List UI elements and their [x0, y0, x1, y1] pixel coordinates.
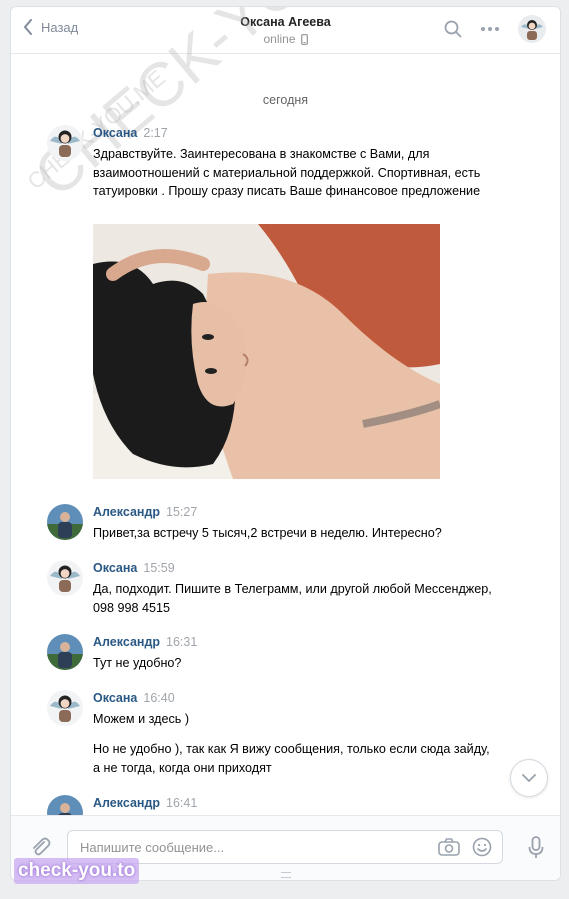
author-name[interactable]: Александр — [93, 796, 160, 810]
message-text: Здравствуйте. Заинтересована в знакомств… — [93, 147, 481, 198]
voice-message-button[interactable] — [528, 836, 544, 863]
chat-panel: Назад Оксана Агеева online CHECK-YOU.ME … — [10, 6, 561, 881]
author-name[interactable]: Александр — [93, 635, 160, 649]
message-time[interactable]: 16:40 — [143, 691, 174, 705]
message-time[interactable]: 16:31 — [166, 635, 197, 649]
author-name[interactable]: Оксана — [93, 691, 137, 705]
message-time[interactable]: 15:59 — [143, 561, 174, 575]
chevron-down-icon — [522, 774, 536, 782]
online-status: online — [263, 32, 308, 46]
message-text: Можем и здесь ) — [93, 712, 190, 726]
avatar[interactable] — [47, 504, 83, 540]
microphone-icon — [528, 836, 544, 858]
message-text: Но не удобно ), так как Я вижу сообщения… — [93, 742, 490, 775]
avatar[interactable] — [47, 690, 83, 726]
message-input-placeholder: Напишите сообщение... — [80, 839, 225, 855]
emoji-icon[interactable] — [472, 837, 492, 857]
avatar[interactable] — [47, 125, 83, 161]
message-time[interactable]: 16:41 — [166, 796, 197, 810]
avatar[interactable] — [47, 634, 83, 670]
search-icon[interactable] — [444, 20, 462, 38]
author-name[interactable]: Оксана — [93, 126, 137, 140]
author-name[interactable]: Александр — [93, 505, 160, 519]
avatar[interactable] — [47, 560, 83, 596]
scroll-down-button[interactable] — [510, 759, 548, 797]
message-text: Тут не удобно? — [93, 656, 182, 670]
camera-icon[interactable] — [438, 837, 460, 857]
mobile-icon — [300, 33, 308, 45]
paperclip-icon — [33, 837, 51, 856]
day-separator: сегодня — [262, 93, 309, 107]
resize-grip[interactable] — [281, 872, 291, 878]
more-icon[interactable] — [480, 26, 500, 32]
status-text: online — [263, 32, 296, 46]
chat-header: Назад Оксана Агеева online — [11, 7, 560, 54]
brand-watermark: check-you.to — [14, 858, 140, 884]
message-text: Привет,за встречу 5 тысяч,2 встречи в не… — [93, 526, 442, 540]
header-avatar[interactable] — [518, 15, 546, 43]
message-time[interactable]: 15:27 — [166, 505, 197, 519]
author-name[interactable]: Оксана — [93, 561, 137, 575]
message-text: Да, подходит. Пишите в Телеграмм, или др… — [93, 582, 492, 615]
attached-photo[interactable] — [93, 224, 440, 479]
message-time[interactable]: 2:17 — [143, 126, 167, 140]
